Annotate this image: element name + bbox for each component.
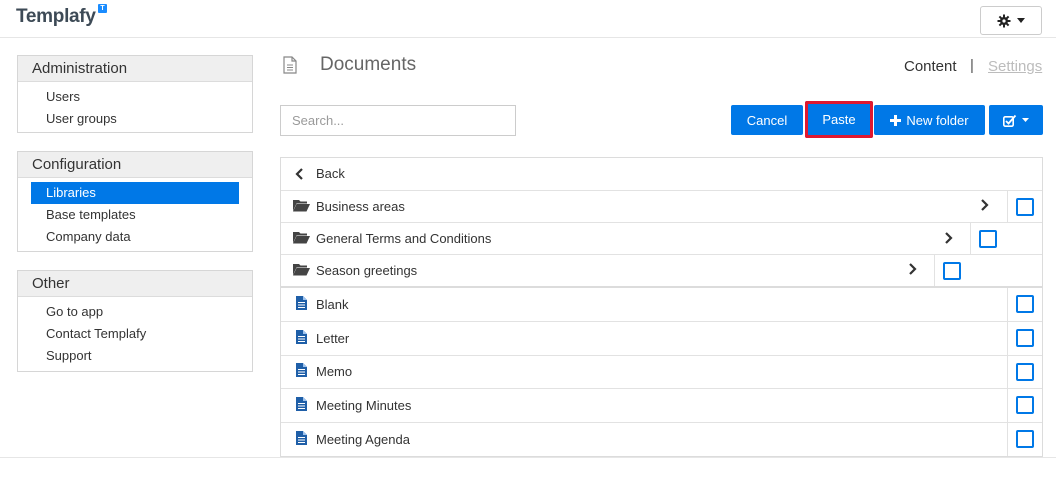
app-logo[interactable]: Templafy — [16, 6, 96, 28]
sidebar-item-support[interactable]: Support — [31, 345, 239, 367]
document-label: Meeting Agenda — [316, 432, 410, 447]
caret-down-icon — [1022, 118, 1029, 122]
row-checkbox[interactable] — [1016, 295, 1034, 313]
checkbox-cell — [934, 255, 1043, 286]
sidebar-section-configuration: Configuration Libraries Base templates C… — [17, 151, 253, 252]
checkbox-cell — [970, 223, 1043, 254]
folder-label: Business areas — [316, 199, 405, 214]
sidebar-item-base-templates[interactable]: Base templates — [31, 204, 239, 226]
tab-separator: | — [970, 57, 974, 74]
search-input[interactable] — [280, 105, 516, 136]
row-checkbox[interactable] — [1016, 396, 1034, 414]
folder-label: Season greetings — [316, 263, 418, 278]
document-row[interactable]: Letter — [281, 322, 1042, 356]
row-checkbox[interactable] — [1016, 329, 1034, 347]
checkbox-cell — [1007, 389, 1043, 422]
row-checkbox[interactable] — [943, 262, 961, 280]
back-row[interactable]: Back — [281, 158, 1042, 191]
sidebar-section-administration: Administration Users User groups — [17, 55, 253, 133]
row-checkbox[interactable] — [979, 230, 997, 248]
tab-settings[interactable]: Settings — [988, 58, 1042, 75]
document-row[interactable]: Memo — [281, 356, 1042, 389]
folder-open-icon — [293, 232, 310, 244]
settings-menu-button[interactable] — [980, 6, 1042, 35]
folder-open-icon — [293, 200, 310, 212]
document-row[interactable]: Meeting Minutes — [281, 389, 1042, 423]
row-checkbox[interactable] — [1016, 198, 1034, 216]
sidebar-section-other: Other Go to app Contact Templafy Support — [17, 270, 253, 372]
chevron-right-icon[interactable] — [945, 232, 953, 244]
chevron-right-icon[interactable] — [909, 263, 917, 275]
document-label: Meeting Minutes — [316, 398, 412, 413]
back-label: Back — [316, 166, 345, 181]
paste-button-label: Paste — [822, 112, 856, 127]
document-label: Letter — [316, 331, 350, 346]
document-outline-icon — [283, 56, 297, 74]
chevron-left-icon — [295, 168, 303, 180]
chevron-right-icon[interactable] — [981, 199, 989, 211]
checkbox-cell — [1007, 356, 1043, 388]
caret-down-icon — [1017, 18, 1025, 23]
sidebar-section-title: Other — [18, 271, 252, 297]
row-checkbox[interactable] — [1016, 430, 1034, 448]
document-icon — [296, 397, 307, 411]
new-folder-label: New folder — [906, 112, 969, 128]
logo-badge: T — [98, 4, 107, 13]
sidebar-item-contact-templafy[interactable]: Contact Templafy — [31, 323, 239, 345]
checkbox-cell — [1007, 288, 1043, 321]
document-label: Memo — [316, 364, 353, 379]
plus-icon — [890, 114, 902, 126]
paste-button[interactable]: Paste — [805, 101, 873, 138]
page-title: Documents — [320, 54, 417, 75]
gear-icon — [997, 14, 1011, 27]
document-row[interactable]: Meeting Agenda — [281, 423, 1042, 456]
file-list: Back Business areas General Terms and Co… — [280, 157, 1043, 457]
folder-open-icon — [293, 264, 310, 276]
sidebar-section-title: Administration — [18, 56, 252, 82]
folder-label: General Terms and Conditions — [316, 231, 492, 246]
sidebar-item-user-groups[interactable]: User groups — [31, 108, 239, 130]
page-divider — [0, 457, 1056, 458]
sidebar-item-company-data[interactable]: Company data — [31, 226, 239, 248]
row-checkbox[interactable] — [1016, 363, 1034, 381]
document-icon — [296, 330, 307, 344]
sidebar-item-libraries[interactable]: Libraries — [31, 182, 239, 204]
document-icon — [296, 431, 307, 445]
folder-row[interactable]: Season greetings — [281, 255, 1042, 288]
sidebar-item-users[interactable]: Users — [31, 86, 239, 108]
sidebar-item-go-to-app[interactable]: Go to app — [31, 301, 239, 323]
new-folder-button[interactable]: New folder — [874, 105, 985, 135]
folder-row[interactable]: General Terms and Conditions — [281, 223, 1042, 255]
document-row[interactable]: Blank — [281, 288, 1042, 322]
select-options-button[interactable] — [989, 105, 1043, 135]
checkbox-cell — [1007, 191, 1043, 222]
checkbox-cell — [1007, 423, 1043, 456]
document-label: Blank — [316, 297, 349, 312]
cancel-button[interactable]: Cancel — [731, 105, 803, 135]
checkbox-cell — [1007, 322, 1043, 355]
document-icon — [296, 363, 307, 377]
folder-row[interactable]: Business areas — [281, 191, 1042, 223]
document-icon — [296, 296, 307, 310]
top-bar: Templafy T — [0, 0, 1056, 38]
sidebar-section-title: Configuration — [18, 152, 252, 178]
checkbox-check-icon — [1003, 114, 1017, 127]
tab-content[interactable]: Content — [904, 58, 957, 75]
